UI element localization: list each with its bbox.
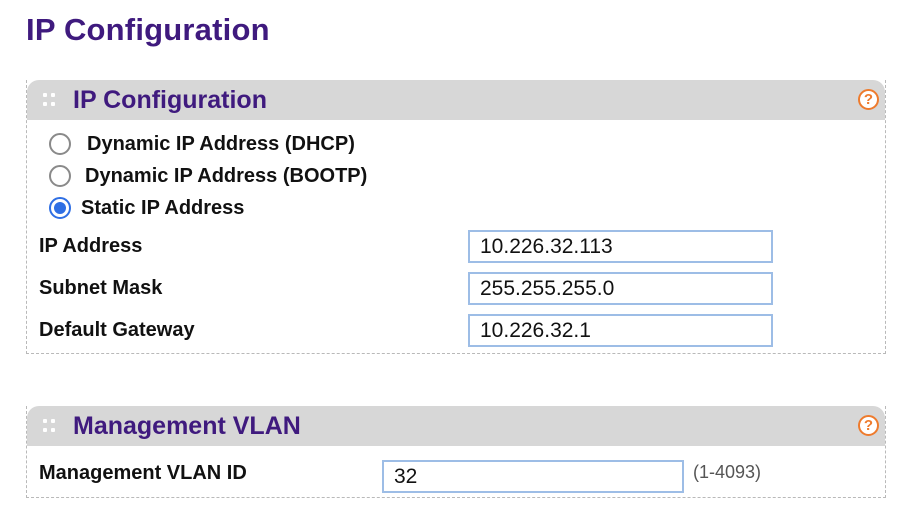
radio-static-label: Static IP Address [81,196,245,219]
management-vlan-panel: Management VLAN ? Management VLAN ID (1-… [26,406,886,498]
radio-button-unchecked-icon[interactable] [49,133,71,155]
vlan-id-range-hint: (1-4093) [693,462,762,482]
subnet-mask-label: Subnet Mask [39,277,163,299]
ip-address-label: IP Address [39,235,143,257]
management-vlan-panel-title: Management VLAN [73,412,301,440]
radio-dhcp-label: Dynamic IP Address (DHCP) [87,132,355,155]
ip-configuration-panel-header: IP Configuration ? [27,80,885,120]
ip-configuration-panel: IP Configuration ? Dynamic IP Address (D… [26,80,886,354]
ip-configuration-panel-title: IP Configuration [73,86,267,114]
drag-handle-icon[interactable] [43,419,55,433]
drag-handle-icon[interactable] [43,93,55,107]
help-icon[interactable]: ? [858,89,879,110]
radio-button-checked-icon[interactable] [49,197,71,219]
radio-bootp-label: Dynamic IP Address (BOOTP) [85,164,368,187]
ip-address-input[interactable] [468,230,773,263]
management-vlan-panel-header: Management VLAN ? [27,406,885,446]
management-vlan-id-label: Management VLAN ID [39,462,247,484]
radio-dhcp[interactable]: Dynamic IP Address (DHCP) [49,130,355,158]
management-vlan-id-input[interactable] [382,460,684,493]
default-gateway-label: Default Gateway [39,319,195,341]
page-title: IP Configuration [26,12,270,47]
default-gateway-input[interactable] [468,314,773,347]
radio-button-unchecked-icon[interactable] [49,165,71,187]
radio-bootp[interactable]: Dynamic IP Address (BOOTP) [49,162,367,190]
radio-static[interactable]: Static IP Address [49,194,244,222]
help-icon[interactable]: ? [858,415,879,436]
subnet-mask-input[interactable] [468,272,773,305]
